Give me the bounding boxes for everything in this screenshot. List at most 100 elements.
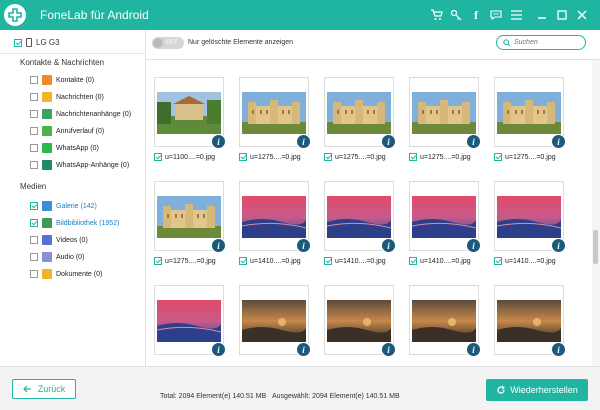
grid-scrollbar[interactable] [592, 60, 600, 366]
photo-tile[interactable]: i u=1275....=0.jpg [154, 181, 226, 265]
photo-tile[interactable]: i u=1275....=0.jpg [409, 77, 481, 161]
facebook-icon[interactable]: f [466, 0, 486, 30]
info-icon[interactable]: i [211, 134, 226, 149]
photo-checkbox[interactable] [239, 257, 247, 265]
photo-tile[interactable]: i [409, 285, 481, 357]
photo-thumbnail[interactable]: i [494, 285, 566, 357]
sidebar-item-documents[interactable]: Dokumente (0) [30, 268, 102, 280]
photo-tile[interactable]: i u=1410....=0.jpg [239, 181, 311, 265]
category-checkbox[interactable] [30, 219, 38, 227]
sidebar-item-call-log[interactable]: Anrufverlauf (0) [30, 125, 104, 137]
category-checkbox[interactable] [30, 236, 38, 244]
category-checkbox[interactable] [30, 110, 38, 118]
category-checkbox[interactable] [30, 161, 38, 169]
sidebar-item-picture-library[interactable]: Bildbibliothek (1952) [30, 217, 119, 229]
sidebar-item-videos[interactable]: Videos (0) [30, 234, 88, 246]
cart-icon[interactable] [426, 0, 446, 30]
feedback-icon[interactable] [486, 0, 506, 30]
photo-thumbnail[interactable]: i [324, 285, 396, 357]
sidebar-item-whatsapp-attachments[interactable]: WhatsApp-Anhänge (0) [30, 159, 129, 171]
deleted-only-toggle[interactable]: OFF [152, 37, 184, 49]
close-icon[interactable] [572, 0, 592, 30]
photo-caption: u=1275....=0.jpg [494, 153, 564, 161]
info-icon[interactable]: i [211, 238, 226, 253]
photo-thumbnail[interactable]: i [239, 181, 311, 253]
photo-tile[interactable]: i u=1410....=0.jpg [324, 181, 396, 265]
photo-tile[interactable]: i u=1275....=0.jpg [324, 77, 396, 161]
sidebar-item-label: WhatsApp (0) [56, 144, 99, 152]
restore-button[interactable]: Wiederherstellen [486, 379, 588, 401]
photo-tile[interactable]: i [239, 285, 311, 357]
sidebar-item-whatsapp[interactable]: WhatsApp (0) [30, 142, 99, 154]
photo-tile[interactable]: i [324, 285, 396, 357]
attachments-icon [42, 109, 52, 119]
info-icon[interactable]: i [551, 238, 566, 253]
photo-thumbnail[interactable]: i [154, 285, 226, 357]
category-checkbox[interactable] [30, 127, 38, 135]
category-checkbox[interactable] [30, 253, 38, 261]
sidebar-item-label: WhatsApp-Anhänge (0) [56, 161, 130, 169]
photo-thumbnail[interactable]: i [324, 181, 396, 253]
info-icon[interactable]: i [551, 342, 566, 357]
key-icon[interactable] [446, 0, 466, 30]
info-icon[interactable]: i [211, 342, 226, 357]
photo-thumbnail[interactable]: i [154, 77, 226, 149]
category-checkbox[interactable] [30, 144, 38, 152]
info-icon[interactable]: i [296, 134, 311, 149]
category-checkbox[interactable] [30, 270, 38, 278]
photo-thumbnail[interactable]: i [409, 285, 481, 357]
sidebar-item-messages[interactable]: Nachrichten (0) [30, 91, 104, 103]
device-checkbox[interactable] [14, 38, 22, 47]
menu-icon[interactable] [506, 0, 526, 30]
photo-checkbox[interactable] [239, 153, 247, 161]
minimize-icon[interactable] [532, 0, 552, 30]
search-box[interactable] [496, 35, 586, 50]
photo-checkbox[interactable] [494, 153, 502, 161]
scrollbar-thumb[interactable] [593, 230, 598, 264]
photo-checkbox[interactable] [324, 257, 332, 265]
info-icon[interactable]: i [381, 134, 396, 149]
category-checkbox[interactable] [30, 202, 38, 210]
photo-thumbnail[interactable]: i [239, 77, 311, 149]
info-icon[interactable]: i [381, 238, 396, 253]
photo-thumbnail[interactable]: i [239, 285, 311, 357]
photo-checkbox[interactable] [409, 153, 417, 161]
photo-tile[interactable]: i u=1100....=0.jpg [154, 77, 226, 161]
photo-thumbnail[interactable]: i [154, 181, 226, 253]
photo-tile[interactable]: i u=1275....=0.jpg [494, 77, 566, 161]
photo-thumbnail[interactable]: i [494, 181, 566, 253]
sidebar-item-contacts[interactable]: Kontakte (0) [30, 74, 94, 86]
photo-tile[interactable]: i [494, 285, 566, 357]
photo-checkbox[interactable] [154, 153, 162, 161]
info-icon[interactable]: i [466, 342, 481, 357]
photo-tile[interactable]: i u=1410....=0.jpg [494, 181, 566, 265]
maximize-icon[interactable] [552, 0, 572, 30]
info-icon[interactable]: i [466, 134, 481, 149]
photo-tile[interactable]: i [154, 285, 226, 357]
gallery-icon [42, 201, 52, 211]
photo-checkbox[interactable] [324, 153, 332, 161]
info-icon[interactable]: i [381, 342, 396, 357]
info-icon[interactable]: i [296, 238, 311, 253]
info-icon[interactable]: i [466, 238, 481, 253]
device-selector[interactable]: LG G3 [14, 38, 60, 47]
info-icon[interactable]: i [296, 342, 311, 357]
photo-checkbox[interactable] [494, 257, 502, 265]
sidebar-item-audio[interactable]: Audio (0) [30, 251, 84, 263]
photo-thumbnail[interactable]: i [409, 181, 481, 253]
photo-thumbnail[interactable]: i [324, 77, 396, 149]
category-checkbox[interactable] [30, 76, 38, 84]
sidebar-item-attachments[interactable]: Nachrichtenanhänge (0) [30, 108, 131, 120]
photo-tile[interactable]: i u=1275....=0.jpg [239, 77, 311, 161]
photo-checkbox[interactable] [154, 257, 162, 265]
photo-tile[interactable]: i u=1410....=0.jpg [409, 181, 481, 265]
photo-thumbnail[interactable]: i [409, 77, 481, 149]
photo-thumbnail[interactable]: i [494, 77, 566, 149]
category-checkbox[interactable] [30, 93, 38, 101]
sidebar-item-gallery[interactable]: Galerie (142) [30, 200, 97, 212]
back-button[interactable]: Zurück [12, 379, 76, 399]
search-input[interactable] [514, 39, 580, 46]
photo-checkbox[interactable] [409, 257, 417, 265]
photo-filename: u=1275....=0.jpg [250, 153, 301, 161]
info-icon[interactable]: i [551, 134, 566, 149]
